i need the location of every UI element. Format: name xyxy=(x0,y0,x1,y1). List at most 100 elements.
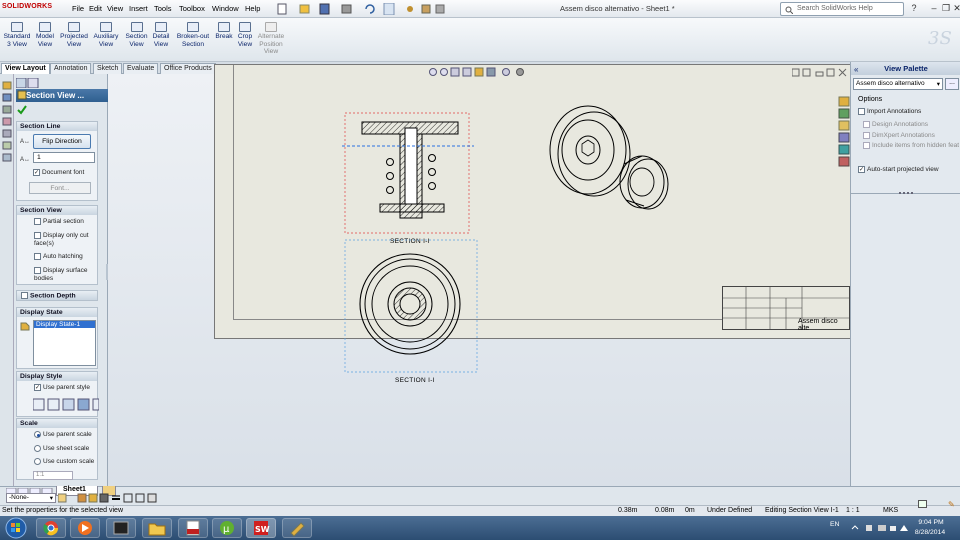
auto-hatching-check[interactable] xyxy=(34,253,41,260)
line-format-toolbar[interactable] xyxy=(58,493,158,503)
font-button[interactable]: Font... xyxy=(29,182,91,194)
auto-start-projected-check[interactable]: ✓ xyxy=(858,166,865,173)
ok-check-icon[interactable] xyxy=(17,105,27,115)
chevron-down-icon[interactable]: ▾ xyxy=(50,494,53,502)
language-indicator[interactable]: EN xyxy=(830,521,839,528)
menu-window[interactable]: Window xyxy=(212,4,239,13)
minimize-button[interactable]: – xyxy=(928,3,940,14)
display-style-buttons[interactable] xyxy=(33,398,99,412)
console-taskbar-button[interactable] xyxy=(106,518,136,538)
section-depth-check[interactable] xyxy=(21,292,28,299)
clock-date[interactable]: 8/28/2014 xyxy=(912,529,948,536)
task-pane-tabs[interactable] xyxy=(838,96,850,170)
alternate-position-view-button[interactable]: Alternate Position View xyxy=(255,22,287,56)
use-parent-scale-radio-dot[interactable] xyxy=(34,431,41,438)
tab-view-layout[interactable]: View Layout xyxy=(1,63,50,74)
import-annotations-check[interactable] xyxy=(858,108,865,115)
menu-help[interactable]: Help xyxy=(245,4,260,13)
partial-section-check[interactable] xyxy=(34,218,41,225)
pdf-taskbar-button[interactable] xyxy=(178,518,208,538)
section-view-button[interactable]: Section View xyxy=(124,22,149,48)
tab-annotation[interactable]: Annotation xyxy=(50,63,92,74)
viewport-window-icons[interactable] xyxy=(792,68,848,78)
clock-time[interactable]: 9:04 PM xyxy=(916,519,946,526)
use-parent-style-checkbox[interactable]: ✓ Use parent style xyxy=(34,384,90,391)
scale-header[interactable]: Scale xyxy=(17,419,97,428)
palette-resize-handle[interactable] xyxy=(899,192,913,195)
standard-3-view-button[interactable]: Standard 3 View xyxy=(2,22,32,48)
explorer-taskbar-button[interactable] xyxy=(142,518,172,538)
auto-hatching-checkbox[interactable]: Auto hatching xyxy=(34,253,83,260)
display-cut-face-check[interactable] xyxy=(34,232,41,239)
browse-button[interactable]: ... xyxy=(945,78,959,90)
quick-access-icons[interactable] xyxy=(276,2,446,16)
tab-sketch[interactable]: Sketch xyxy=(93,63,123,74)
media-player-taskbar-button[interactable] xyxy=(70,518,100,538)
partial-section-checkbox[interactable]: Partial section xyxy=(34,218,84,225)
chevron-down-icon[interactable]: ▾ xyxy=(937,80,940,88)
tab-office-products[interactable]: Office Products xyxy=(160,63,216,74)
heads-up-view-toolbar[interactable] xyxy=(428,66,528,78)
document-font-check[interactable]: ✓ xyxy=(33,169,40,176)
quick-access-toolbar[interactable] xyxy=(276,2,446,16)
utorrent-taskbar-button[interactable]: µ xyxy=(212,518,242,538)
palette-collapse-icon[interactable]: « xyxy=(854,65,858,74)
status-scale[interactable]: 1 : 1 xyxy=(846,507,860,514)
front-view-drawing[interactable] xyxy=(342,238,478,374)
chrome-taskbar-button[interactable] xyxy=(36,518,66,538)
display-state-header[interactable]: Display State xyxy=(17,308,97,317)
rebuild-icon[interactable] xyxy=(918,500,927,508)
crop-view-button[interactable]: Crop View xyxy=(235,22,255,48)
display-style-header[interactable]: Display Style xyxy=(17,372,97,381)
display-surface-bodies-check[interactable] xyxy=(34,267,41,274)
custom-scale-input[interactable]: 1:1 xyxy=(33,471,73,480)
section-depth-group[interactable]: Section Depth xyxy=(16,290,98,301)
graphics-area[interactable]: SECTION I-I SECTION I-I Assem disco alte xyxy=(108,64,855,486)
auto-start-projected-checkbox[interactable]: ✓ Auto-start projected view xyxy=(858,166,939,173)
solidworks-logo[interactable]: SOLIDWORKS xyxy=(2,3,52,10)
display-cut-face-checkbox[interactable]: Display only cut face(s) xyxy=(34,232,94,248)
section-view-header[interactable]: Section View xyxy=(17,206,97,215)
tools-taskbar-button[interactable] xyxy=(282,518,312,538)
palette-document-select[interactable]: Assem disco alternativo ▾ xyxy=(853,78,943,90)
menu-toolbox[interactable]: Toolbox xyxy=(179,4,205,13)
flip-direction-button[interactable]: Flip Direction xyxy=(33,134,91,149)
hidden-features-check[interactable] xyxy=(863,142,870,149)
section-label-input[interactable]: 1 xyxy=(33,152,95,163)
layer-select[interactable]: -None- ▾ xyxy=(6,493,56,503)
section-line-header[interactable]: Section Line xyxy=(17,122,97,131)
tab-evaluate[interactable]: Evaluate xyxy=(123,63,159,74)
left-strip-icons[interactable] xyxy=(0,74,14,174)
menu-file[interactable]: File xyxy=(72,4,84,13)
use-custom-scale-radio-dot[interactable] xyxy=(34,458,41,465)
display-state-item[interactable]: Display State-1 xyxy=(34,321,95,328)
auxiliary-view-button[interactable]: Auxiliary View xyxy=(92,22,120,48)
dimxpert-annotations-check[interactable] xyxy=(863,132,870,139)
use-sheet-scale-radio[interactable]: Use sheet scale xyxy=(34,445,89,452)
menu-insert[interactable]: Insert xyxy=(129,4,148,13)
use-sheet-scale-radio-dot[interactable] xyxy=(34,445,41,452)
display-surface-bodies-checkbox[interactable]: Display surface bodies xyxy=(34,267,94,283)
projected-view-button[interactable]: Projected View xyxy=(58,22,90,48)
section-depth-header[interactable]: Section Depth xyxy=(17,291,97,300)
break-button[interactable]: Break xyxy=(214,22,234,41)
display-state-list[interactable]: Display State-1 xyxy=(33,320,96,366)
use-custom-scale-radio[interactable]: Use custom scale xyxy=(34,458,94,465)
dimxpert-annotations-checkbox[interactable]: DimXpert Annotations xyxy=(863,132,935,139)
start-button-icon[interactable] xyxy=(4,517,28,539)
model-view-button[interactable]: Model View xyxy=(35,22,55,48)
menu-tools[interactable]: Tools xyxy=(154,4,172,13)
hidden-features-checkbox[interactable]: Include items from hidden feat xyxy=(863,142,959,149)
isometric-view-drawing[interactable] xyxy=(546,100,676,218)
design-annotations-check[interactable] xyxy=(863,121,870,128)
design-annotations-checkbox[interactable]: Design Annotations xyxy=(863,121,928,128)
pencil-icon[interactable]: ✎ xyxy=(948,500,955,509)
use-parent-scale-radio[interactable]: Use parent scale xyxy=(34,431,92,438)
menu-view[interactable]: View xyxy=(107,4,123,13)
menu-edit[interactable]: Edit xyxy=(89,4,102,13)
tray-icons[interactable] xyxy=(850,523,912,533)
section-view-drawing[interactable] xyxy=(342,110,474,236)
document-font-checkbox[interactable]: ✓ Document font xyxy=(33,169,84,176)
pm-tab-icons[interactable] xyxy=(15,77,56,89)
close-button[interactable]: ✕ xyxy=(951,3,960,14)
